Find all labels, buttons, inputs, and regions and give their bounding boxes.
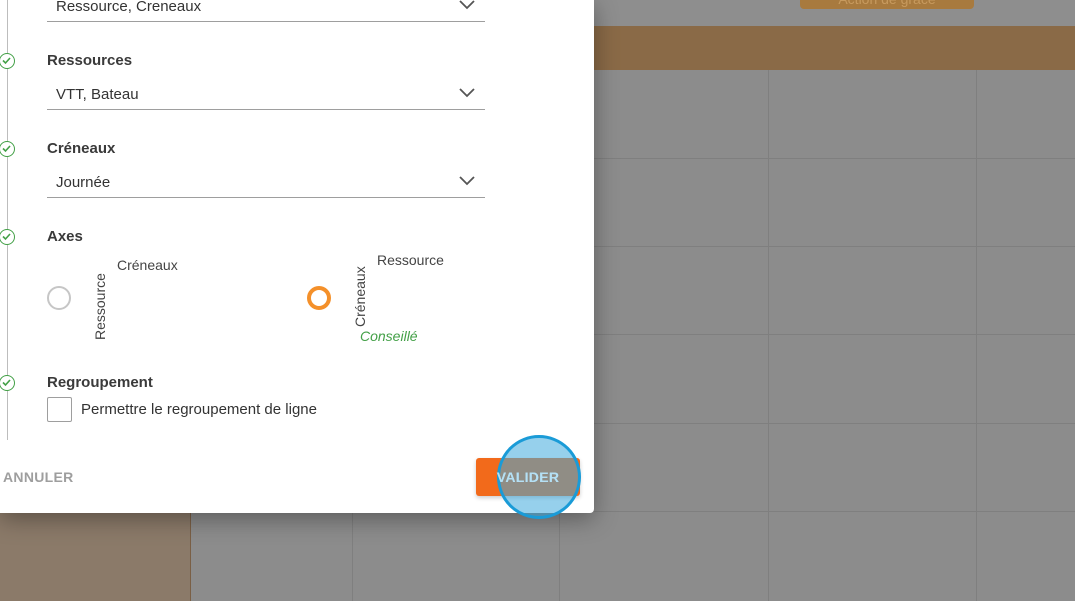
axes-label: Axes	[47, 228, 83, 245]
axes-type-select[interactable]: Ressource, Creneaux	[47, 0, 485, 22]
grid-line	[768, 70, 769, 601]
ressources-select-value: VTT, Bateau	[56, 86, 139, 103]
axes-option-a-side-label: Ressource	[92, 273, 108, 340]
grid-line	[594, 158, 1075, 159]
grid-line	[594, 334, 1075, 335]
step-complete-check-icon	[0, 53, 15, 69]
axes-option-creneaux-radio[interactable]	[307, 286, 331, 310]
regroupement-checkbox-label[interactable]: Permettre le regroupement de ligne	[81, 401, 317, 418]
regroupement-label: Regroupement	[47, 374, 153, 391]
planning-settings-dialog: Ressource, Creneaux Ressources VTT, Bate…	[0, 0, 594, 519]
grid-line	[976, 70, 977, 601]
chevron-down-icon	[459, 0, 475, 10]
action-de-grace-button: Action de grâce	[800, 0, 974, 9]
axes-type-select-value: Ressource, Creneaux	[56, 0, 202, 15]
creneaux-select[interactable]: Journée	[47, 168, 485, 198]
chevron-down-icon	[459, 88, 475, 98]
click-indicator	[497, 435, 581, 519]
ressources-label: Ressources	[47, 52, 133, 69]
recommended-note: Conseillé	[360, 328, 418, 344]
planning-row-header-cell	[0, 513, 191, 601]
grid-line	[594, 423, 1075, 424]
axes-option-b-top-label: Ressource	[377, 252, 444, 268]
axes-option-ressource-radio[interactable]	[47, 286, 71, 310]
ressources-select[interactable]: VTT, Bateau	[47, 80, 485, 110]
grid-line	[594, 511, 1075, 512]
grid-line	[352, 513, 353, 601]
chevron-down-icon	[459, 176, 475, 186]
step-complete-check-icon	[0, 375, 15, 391]
cancel-button[interactable]: ANNULER	[3, 469, 74, 485]
axes-option-b-side-label: Créneaux	[352, 266, 368, 327]
grid-line	[594, 246, 1075, 247]
creneaux-label: Créneaux	[47, 140, 116, 157]
grid-line	[559, 513, 560, 601]
creneaux-select-value: Journée	[56, 174, 111, 191]
regroupement-checkbox[interactable]	[47, 397, 72, 422]
step-complete-check-icon	[0, 229, 15, 245]
step-complete-check-icon	[0, 141, 15, 157]
axes-option-a-top-label: Créneaux	[117, 257, 178, 273]
